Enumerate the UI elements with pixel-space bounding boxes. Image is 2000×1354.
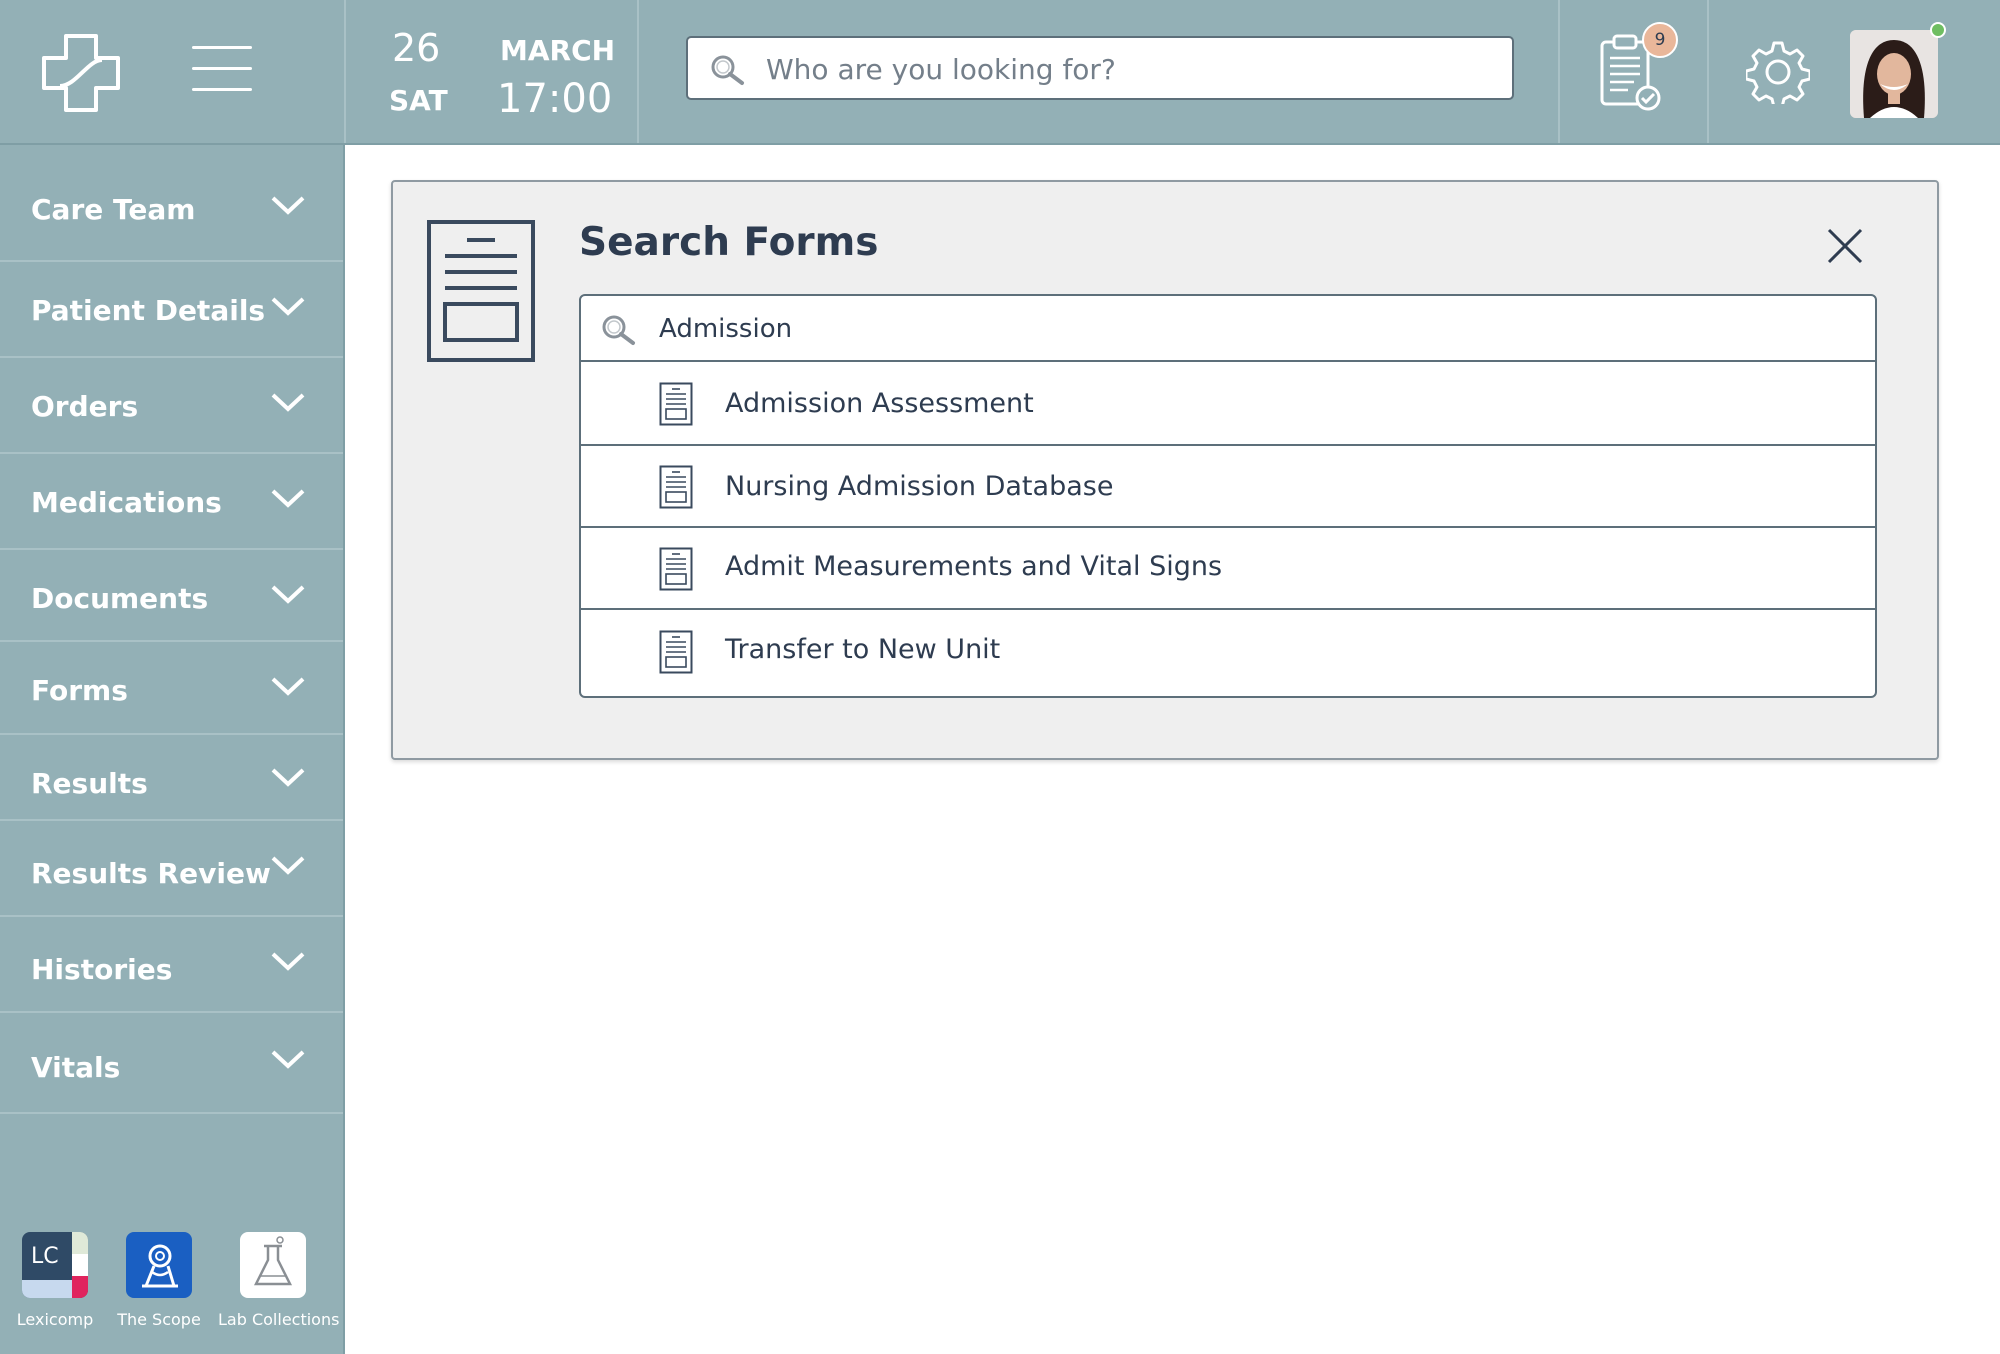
- result-label: Nursing Admission Database: [725, 471, 1114, 502]
- form-icon: [659, 382, 693, 426]
- lexicomp-tile-text: LC: [31, 1244, 59, 1269]
- sidebar-item-label: Forms: [31, 674, 128, 707]
- clock-time: 17:00: [497, 76, 613, 122]
- sidebar-item-orders[interactable]: Orders: [0, 358, 343, 454]
- sidebar-item-documents[interactable]: Documents: [0, 550, 343, 642]
- top-bar: 26 SAT MARCH 17:00 Who are you looking f…: [0, 0, 2000, 145]
- form-icon: [659, 630, 693, 674]
- hamburger-menu-icon[interactable]: [192, 46, 252, 92]
- result-label: Transfer to New Unit: [725, 634, 1001, 665]
- chevron-down-icon: [271, 489, 305, 508]
- app-label: The Scope: [117, 1310, 201, 1329]
- search-icon: [711, 55, 744, 85]
- user-avatar[interactable]: [1850, 30, 1938, 118]
- sidebar-item-label: Results: [31, 767, 148, 800]
- result-item[interactable]: Admit Measurements and Vital Signs: [581, 528, 1875, 610]
- divider: [1707, 0, 1709, 143]
- sidebar-item-label: Care Team: [31, 193, 196, 226]
- sidebar-item-patient-details[interactable]: Patient Details: [0, 262, 343, 358]
- the-scope-app[interactable]: The Scope: [104, 1232, 214, 1329]
- date-weekday: SAT: [389, 84, 448, 117]
- search-icon: [602, 315, 635, 345]
- form-document-icon: [427, 220, 535, 362]
- result-item[interactable]: Nursing Admission Database: [581, 446, 1875, 528]
- date-month: MARCH: [500, 34, 616, 67]
- sidebar-item-forms[interactable]: Forms: [0, 642, 343, 735]
- app-shortcuts: LC Lexicomp The Scope Lab Collections: [0, 1232, 343, 1354]
- panel-title: Search Forms: [579, 220, 879, 265]
- result-item[interactable]: Admission Assessment: [581, 362, 1875, 446]
- chevron-down-icon: [271, 768, 305, 787]
- patient-search-input[interactable]: Who are you looking for?: [686, 36, 1514, 100]
- sidebar-item-medications[interactable]: Medications: [0, 454, 343, 550]
- result-label: Admit Measurements and Vital Signs: [725, 551, 1223, 582]
- search-query: Admission: [659, 314, 793, 344]
- online-status-dot: [1930, 22, 1946, 38]
- sidebar-item-label: Documents: [31, 582, 209, 615]
- chevron-down-icon: [271, 297, 305, 316]
- sidebar-item-care-team[interactable]: Care Team: [0, 145, 343, 262]
- sidebar-item-label: Vitals: [31, 1051, 121, 1084]
- sidebar-item-label: Medications: [31, 486, 222, 519]
- app-label: Lexicomp: [16, 1310, 94, 1329]
- chevron-down-icon: [271, 952, 305, 971]
- sidebar-item-histories[interactable]: Histories: [0, 917, 343, 1013]
- sidebar-item-label: Results Review: [31, 857, 271, 890]
- gear-icon[interactable]: [1746, 40, 1810, 104]
- lab-collections-app[interactable]: Lab Collections: [218, 1232, 340, 1329]
- sidebar-item-results[interactable]: Results: [0, 735, 343, 821]
- result-label: Admission Assessment: [725, 388, 1034, 419]
- medical-cross-icon[interactable]: [36, 28, 126, 118]
- search-forms-panel: Search Forms Admission Admission Assessm…: [391, 180, 1939, 760]
- chevron-down-icon: [271, 393, 305, 412]
- divider: [344, 0, 346, 143]
- sidebar-item-label: Orders: [31, 390, 139, 423]
- sidebar-item-results-review[interactable]: Results Review: [0, 821, 343, 917]
- result-item[interactable]: Transfer to New Unit: [581, 610, 1875, 696]
- form-icon: [659, 465, 693, 509]
- sidebar: Care Team Patient Details Orders Medicat…: [0, 145, 345, 1354]
- chevron-down-icon: [271, 856, 305, 875]
- chevron-down-icon: [271, 677, 305, 696]
- lexicomp-app[interactable]: LC Lexicomp: [0, 1232, 110, 1329]
- form-icon: [659, 547, 693, 591]
- chevron-down-icon: [271, 1050, 305, 1069]
- notification-badge: 9: [1642, 22, 1678, 58]
- search-placeholder: Who are you looking for?: [766, 53, 1116, 86]
- chevron-down-icon: [271, 585, 305, 604]
- sidebar-item-label: Histories: [31, 953, 173, 986]
- sidebar-item-label: Patient Details: [31, 294, 266, 327]
- user-photo: [1850, 30, 1938, 118]
- chevron-down-icon: [271, 196, 305, 215]
- microscope-icon: [126, 1232, 192, 1298]
- lexicomp-icon: LC: [22, 1232, 88, 1298]
- flask-icon: [240, 1232, 306, 1298]
- date-day: 26: [392, 26, 441, 70]
- divider: [1558, 0, 1560, 143]
- forms-search-results: Admission Admission Assessment Nursing A…: [579, 294, 1877, 698]
- sidebar-item-vitals[interactable]: Vitals: [0, 1013, 343, 1114]
- forms-search-input[interactable]: Admission: [581, 296, 1875, 362]
- app-label: Lab Collections: [218, 1310, 340, 1329]
- close-icon[interactable]: [1825, 226, 1865, 266]
- divider: [637, 0, 639, 143]
